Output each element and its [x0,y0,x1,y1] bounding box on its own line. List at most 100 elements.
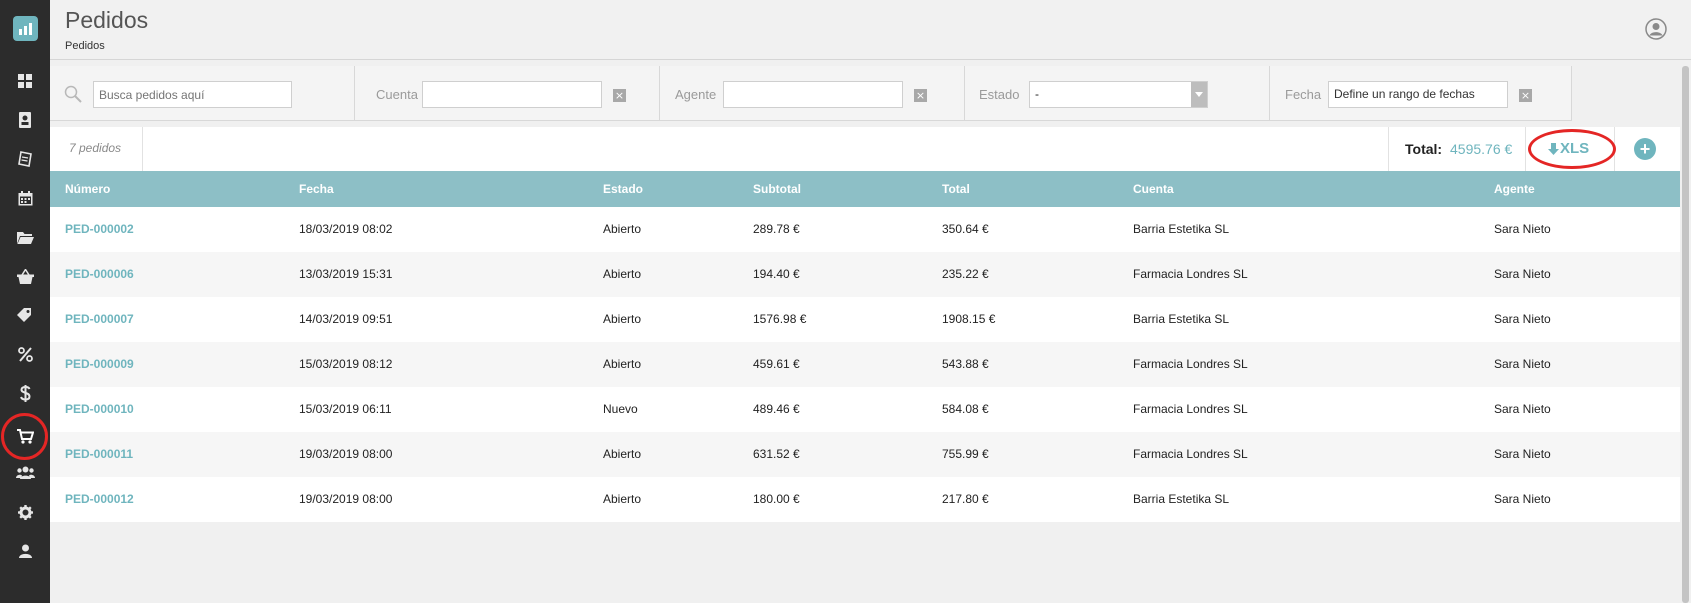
order-status: Abierto [603,312,642,326]
order-count-cell: 7 pedidos [50,127,143,171]
total-label: Total: [1405,141,1443,157]
fecha-clear-icon[interactable]: × [1519,89,1532,102]
order-status: Abierto [603,447,642,461]
sidebar-item-dashboard[interactable] [0,63,50,99]
order-number-link[interactable]: PED-000012 [65,492,134,506]
order-account: Barria Estetika SL [1133,312,1230,326]
order-total: 217.80 € [942,492,989,506]
notes-icon [18,151,32,167]
add-order-button[interactable]: + [1634,138,1656,160]
dashboard-icon [18,74,32,88]
table-row[interactable]: PED-000009 15/03/2019 08:12 Abierto 459.… [50,342,1680,387]
sidebar-item-contacts[interactable] [0,102,50,138]
scrollbar-thumb[interactable] [1682,66,1689,603]
orders-table: Número Fecha Estado Subtotal Total Cuent… [50,171,1680,522]
agente-clear-icon[interactable]: × [914,89,927,102]
estado-selected-value: - [1035,87,1039,101]
fecha-filter: Fecha Define un rango de fechas × [1270,66,1572,121]
page-title: Pedidos [65,7,149,33]
export-highlight-ring [1528,129,1616,169]
sidebar-item-profile[interactable] [0,533,50,569]
table-row[interactable]: PED-000007 14/03/2019 09:51 Abierto 1576… [50,297,1680,342]
order-number-link[interactable]: PED-000002 [65,222,134,236]
table-row[interactable]: PED-000010 15/03/2019 06:11 Nuevo 489.46… [50,387,1680,432]
order-date: 14/03/2019 09:51 [299,312,393,326]
order-date: 18/03/2019 08:02 [299,222,393,236]
order-account: Farmacia Londres SL [1133,447,1248,461]
summary-bar: 7 pedidos Total: 4595.76 € XLS + [50,127,1680,171]
table-row[interactable]: PED-000002 18/03/2019 08:02 Abierto 289.… [50,207,1680,252]
estado-filter: Estado - [965,66,1270,121]
dollar-icon [19,384,31,402]
column-header-fecha[interactable]: Fecha [299,182,334,196]
sidebar-item-notes[interactable] [0,141,50,177]
filter-bar: Cuenta × Agente × Estado - Fecha Define … [50,66,1680,121]
total-cell: Total: 4595.76 € [1388,127,1526,171]
cuenta-input[interactable] [422,81,602,108]
fecha-input[interactable]: Define un rango de fechas [1328,81,1508,108]
order-number-link[interactable]: PED-000006 [65,267,134,281]
order-number-link[interactable]: PED-000010 [65,402,134,416]
order-number-link[interactable]: PED-000009 [65,357,134,371]
order-agent: Sara Nieto [1494,492,1551,506]
sidebar-item-prices[interactable] [0,375,50,411]
order-account: Farmacia Londres SL [1133,402,1248,416]
app-logo-icon[interactable] [13,16,38,41]
estado-label: Estado [979,87,1020,102]
tag-icon [16,307,31,322]
order-status: Nuevo [603,402,638,416]
gear-icon [17,504,33,520]
sidebar [0,0,50,603]
order-status: Abierto [603,267,642,281]
order-account: Farmacia Londres SL [1133,267,1248,281]
search-filter [50,66,355,121]
column-header-estado[interactable]: Estado [603,182,643,196]
estado-select[interactable]: - [1029,81,1208,108]
column-header-numero[interactable]: Número [65,182,110,196]
column-header-agente[interactable]: Agente [1494,182,1535,196]
table-header: Número Fecha Estado Subtotal Total Cuent… [50,171,1680,207]
user-avatar-icon[interactable] [1645,18,1667,45]
order-date: 19/03/2019 08:00 [299,447,393,461]
order-agent: Sara Nieto [1494,267,1551,281]
contacts-icon [19,112,31,128]
agente-filter: Agente × [660,66,965,121]
column-header-cuenta[interactable]: Cuenta [1133,182,1174,196]
fecha-label: Fecha [1285,87,1322,102]
order-agent: Sara Nieto [1494,222,1551,236]
order-number-link[interactable]: PED-000007 [65,312,134,326]
order-total: 543.88 € [942,357,989,371]
cuenta-label: Cuenta [376,87,418,102]
search-input[interactable] [93,81,292,108]
sidebar-item-settings[interactable] [0,494,50,530]
sidebar-item-users[interactable] [0,454,50,490]
order-number-link[interactable]: PED-000011 [65,447,133,461]
column-header-total[interactable]: Total [942,182,970,196]
order-subtotal: 180.00 € [753,492,800,506]
table-row[interactable]: PED-000011 19/03/2019 08:00 Abierto 631.… [50,432,1680,477]
table-row[interactable]: PED-000012 19/03/2019 08:00 Abierto 180.… [50,477,1680,522]
calendar-icon [18,190,32,205]
sidebar-item-discounts[interactable] [0,336,50,372]
breadcrumb: Pedidos [65,40,105,52]
sidebar-item-calendar[interactable] [0,180,50,216]
order-status: Abierto [603,492,642,506]
page-header: Pedidos Pedidos [50,0,1691,60]
sidebar-item-tags[interactable] [0,297,50,333]
order-subtotal: 489.46 € [753,402,800,416]
scrollbar[interactable] [1680,66,1691,603]
basket-icon [16,268,34,284]
column-header-subtotal[interactable]: Subtotal [753,182,801,196]
cuenta-clear-icon[interactable]: × [613,89,626,102]
order-subtotal: 289.78 € [753,222,800,236]
order-total: 755.99 € [942,447,989,461]
order-total: 584.08 € [942,402,989,416]
table-row[interactable]: PED-000006 13/03/2019 15:31 Abierto 194.… [50,252,1680,297]
sidebar-item-basket[interactable] [0,258,50,294]
order-date: 19/03/2019 08:00 [299,492,393,506]
order-total: 1908.15 € [942,312,996,326]
folder-icon [16,231,34,244]
cuenta-filter: Cuenta × [355,66,660,121]
agente-input[interactable] [723,81,903,108]
sidebar-item-folder[interactable] [0,219,50,255]
